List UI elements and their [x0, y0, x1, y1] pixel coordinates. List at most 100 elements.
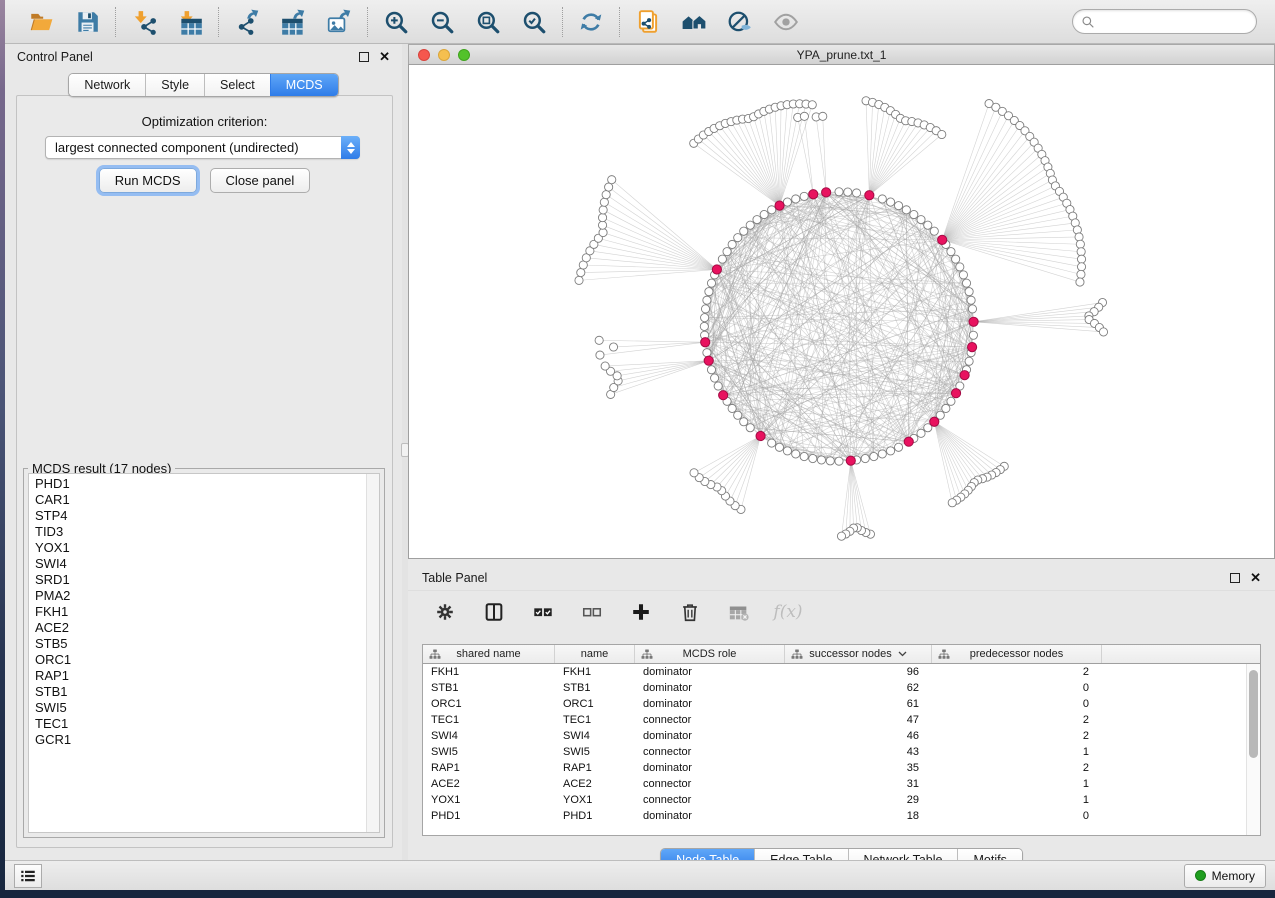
zoom-in-icon[interactable]: [381, 7, 411, 37]
table-row[interactable]: SWI5SWI5connector431: [423, 744, 1260, 760]
mcds-result-item[interactable]: CAR1: [29, 492, 379, 508]
tab-network[interactable]: Network: [69, 74, 145, 96]
table-row[interactable]: ORC1ORC1dominator610: [423, 696, 1260, 712]
mcds-result-item[interactable]: TEC1: [29, 716, 379, 732]
export-image-icon[interactable]: [324, 7, 354, 37]
memory-button[interactable]: Memory: [1184, 864, 1266, 888]
mcds-result-item[interactable]: GCR1: [29, 732, 379, 748]
refresh-layout-icon[interactable]: [576, 7, 606, 37]
mcds-result-item[interactable]: STP4: [29, 508, 379, 524]
column-header-shared-name[interactable]: shared name: [423, 645, 555, 663]
column-header-name[interactable]: name: [555, 645, 635, 663]
shared-column-icon: [429, 649, 441, 663]
show-graphics-details-icon: [771, 7, 801, 37]
cell-shared-name: ORC1: [423, 696, 555, 712]
cell-predecessor-nodes: 0: [932, 696, 1102, 712]
cell-MCDS-role: dominator: [635, 696, 785, 712]
column-header-successor-nodes[interactable]: successor nodes: [785, 645, 932, 663]
memory-label: Memory: [1212, 869, 1255, 883]
mcds-result-item[interactable]: SWI5: [29, 700, 379, 716]
cell-shared-name: PHD1: [423, 808, 555, 824]
zoom-fit-icon[interactable]: [473, 7, 503, 37]
cell-name: SWI4: [555, 728, 635, 744]
control-panel: Control Panel ✕ NetworkStyleSelectMCDS O…: [5, 44, 402, 860]
column-header-predecessor-nodes[interactable]: predecessor nodes: [932, 645, 1102, 663]
unselect-all-columns-icon[interactable]: [577, 597, 607, 627]
network-view[interactable]: [409, 65, 1274, 558]
import-table-icon[interactable]: [175, 7, 205, 37]
table-row[interactable]: SWI4SWI4dominator462: [423, 728, 1260, 744]
window-zoom-button[interactable]: [458, 49, 470, 61]
cell-successor-nodes: 29: [785, 792, 932, 808]
mcds-result-item[interactable]: STB5: [29, 636, 379, 652]
cell-name: SWI5: [555, 744, 635, 760]
mcds-result-item[interactable]: PMA2: [29, 588, 379, 604]
run-mcds-button[interactable]: Run MCDS: [99, 168, 197, 193]
table-row[interactable]: YOX1YOX1connector291: [423, 792, 1260, 808]
mcds-result-item[interactable]: ACE2: [29, 620, 379, 636]
cell-predecessor-nodes: 0: [932, 808, 1102, 824]
cell-MCDS-role: dominator: [635, 728, 785, 744]
table-settings-icon[interactable]: [430, 597, 460, 627]
criterion-dropdown[interactable]: largest connected component (undirected): [45, 136, 360, 159]
export-network-icon[interactable]: [232, 7, 262, 37]
table-row[interactable]: PHD1PHD1dominator180: [423, 808, 1260, 824]
mcds-result-item[interactable]: ORC1: [29, 652, 379, 668]
table-row[interactable]: STB1STB1dominator620: [423, 680, 1260, 696]
home-network-icon[interactable]: [679, 7, 709, 37]
show-column-icon[interactable]: [479, 597, 509, 627]
table-panel-title: Table Panel: [422, 571, 487, 585]
app-window: Control Panel ✕ NetworkStyleSelectMCDS O…: [5, 0, 1275, 890]
hide-graphics-details-icon[interactable]: [725, 7, 755, 37]
mcds-result-item[interactable]: STB1: [29, 684, 379, 700]
mcds-result-list[interactable]: PHD1CAR1STP4TID3YOX1SWI4SRD1PMA2FKH1ACE2…: [28, 473, 380, 833]
save-session-icon[interactable]: [72, 7, 102, 37]
table-scrollbar[interactable]: [1246, 664, 1260, 835]
table-row[interactable]: RAP1RAP1dominator352: [423, 760, 1260, 776]
window-close-button[interactable]: [418, 49, 430, 61]
tab-select[interactable]: Select: [204, 74, 270, 96]
import-network-icon[interactable]: [129, 7, 159, 37]
task-history-button[interactable]: [14, 864, 42, 888]
cell-name: TEC1: [555, 712, 635, 728]
cell-MCDS-role: connector: [635, 776, 785, 792]
open-session-icon[interactable]: [633, 7, 663, 37]
close-table-panel-icon[interactable]: ✕: [1250, 573, 1261, 583]
search-input[interactable]: [1095, 15, 1248, 29]
cell-MCDS-role: dominator: [635, 808, 785, 824]
tab-style[interactable]: Style: [145, 74, 204, 96]
select-all-columns-icon[interactable]: [528, 597, 558, 627]
tab-mcds[interactable]: MCDS: [270, 74, 338, 96]
export-table-icon[interactable]: [278, 7, 308, 37]
delete-icon[interactable]: [675, 597, 705, 627]
open-file-icon[interactable]: [26, 7, 56, 37]
shared-column-icon: [938, 649, 950, 663]
table-row[interactable]: ACE2ACE2connector311: [423, 776, 1260, 792]
network-canvas[interactable]: [408, 64, 1275, 559]
add-row-icon[interactable]: [626, 597, 656, 627]
mcds-result-item[interactable]: SRD1: [29, 572, 379, 588]
main-toolbar: [5, 0, 1275, 44]
mcds-result-item[interactable]: RAP1: [29, 668, 379, 684]
table-scrollbar-thumb[interactable]: [1249, 670, 1258, 758]
table-row[interactable]: FKH1FKH1dominator962: [423, 664, 1260, 680]
float-table-panel-icon[interactable]: [1230, 573, 1240, 583]
mcds-result-item[interactable]: TID3: [29, 524, 379, 540]
table-row[interactable]: TEC1TEC1connector472: [423, 712, 1260, 728]
cell-shared-name: FKH1: [423, 664, 555, 680]
close-panel-button[interactable]: Close panel: [210, 168, 311, 193]
column-header-MCDS-role[interactable]: MCDS role: [635, 645, 785, 663]
list-scrollbar[interactable]: [366, 474, 379, 832]
mcds-result-item[interactable]: SWI4: [29, 556, 379, 572]
mcds-result-item[interactable]: YOX1: [29, 540, 379, 556]
float-panel-icon[interactable]: [359, 52, 369, 62]
zoom-out-icon[interactable]: [427, 7, 457, 37]
column-header-filler: [1102, 645, 1260, 663]
mcds-result-item[interactable]: PHD1: [29, 476, 379, 492]
close-panel-icon[interactable]: ✕: [379, 52, 390, 62]
window-minimize-button[interactable]: [438, 49, 450, 61]
mcds-result-item[interactable]: FKH1: [29, 604, 379, 620]
cell-name: PHD1: [555, 808, 635, 824]
table-header-row: shared namenameMCDS rolesuccessor nodesp…: [423, 645, 1260, 664]
zoom-selected-icon[interactable]: [519, 7, 549, 37]
